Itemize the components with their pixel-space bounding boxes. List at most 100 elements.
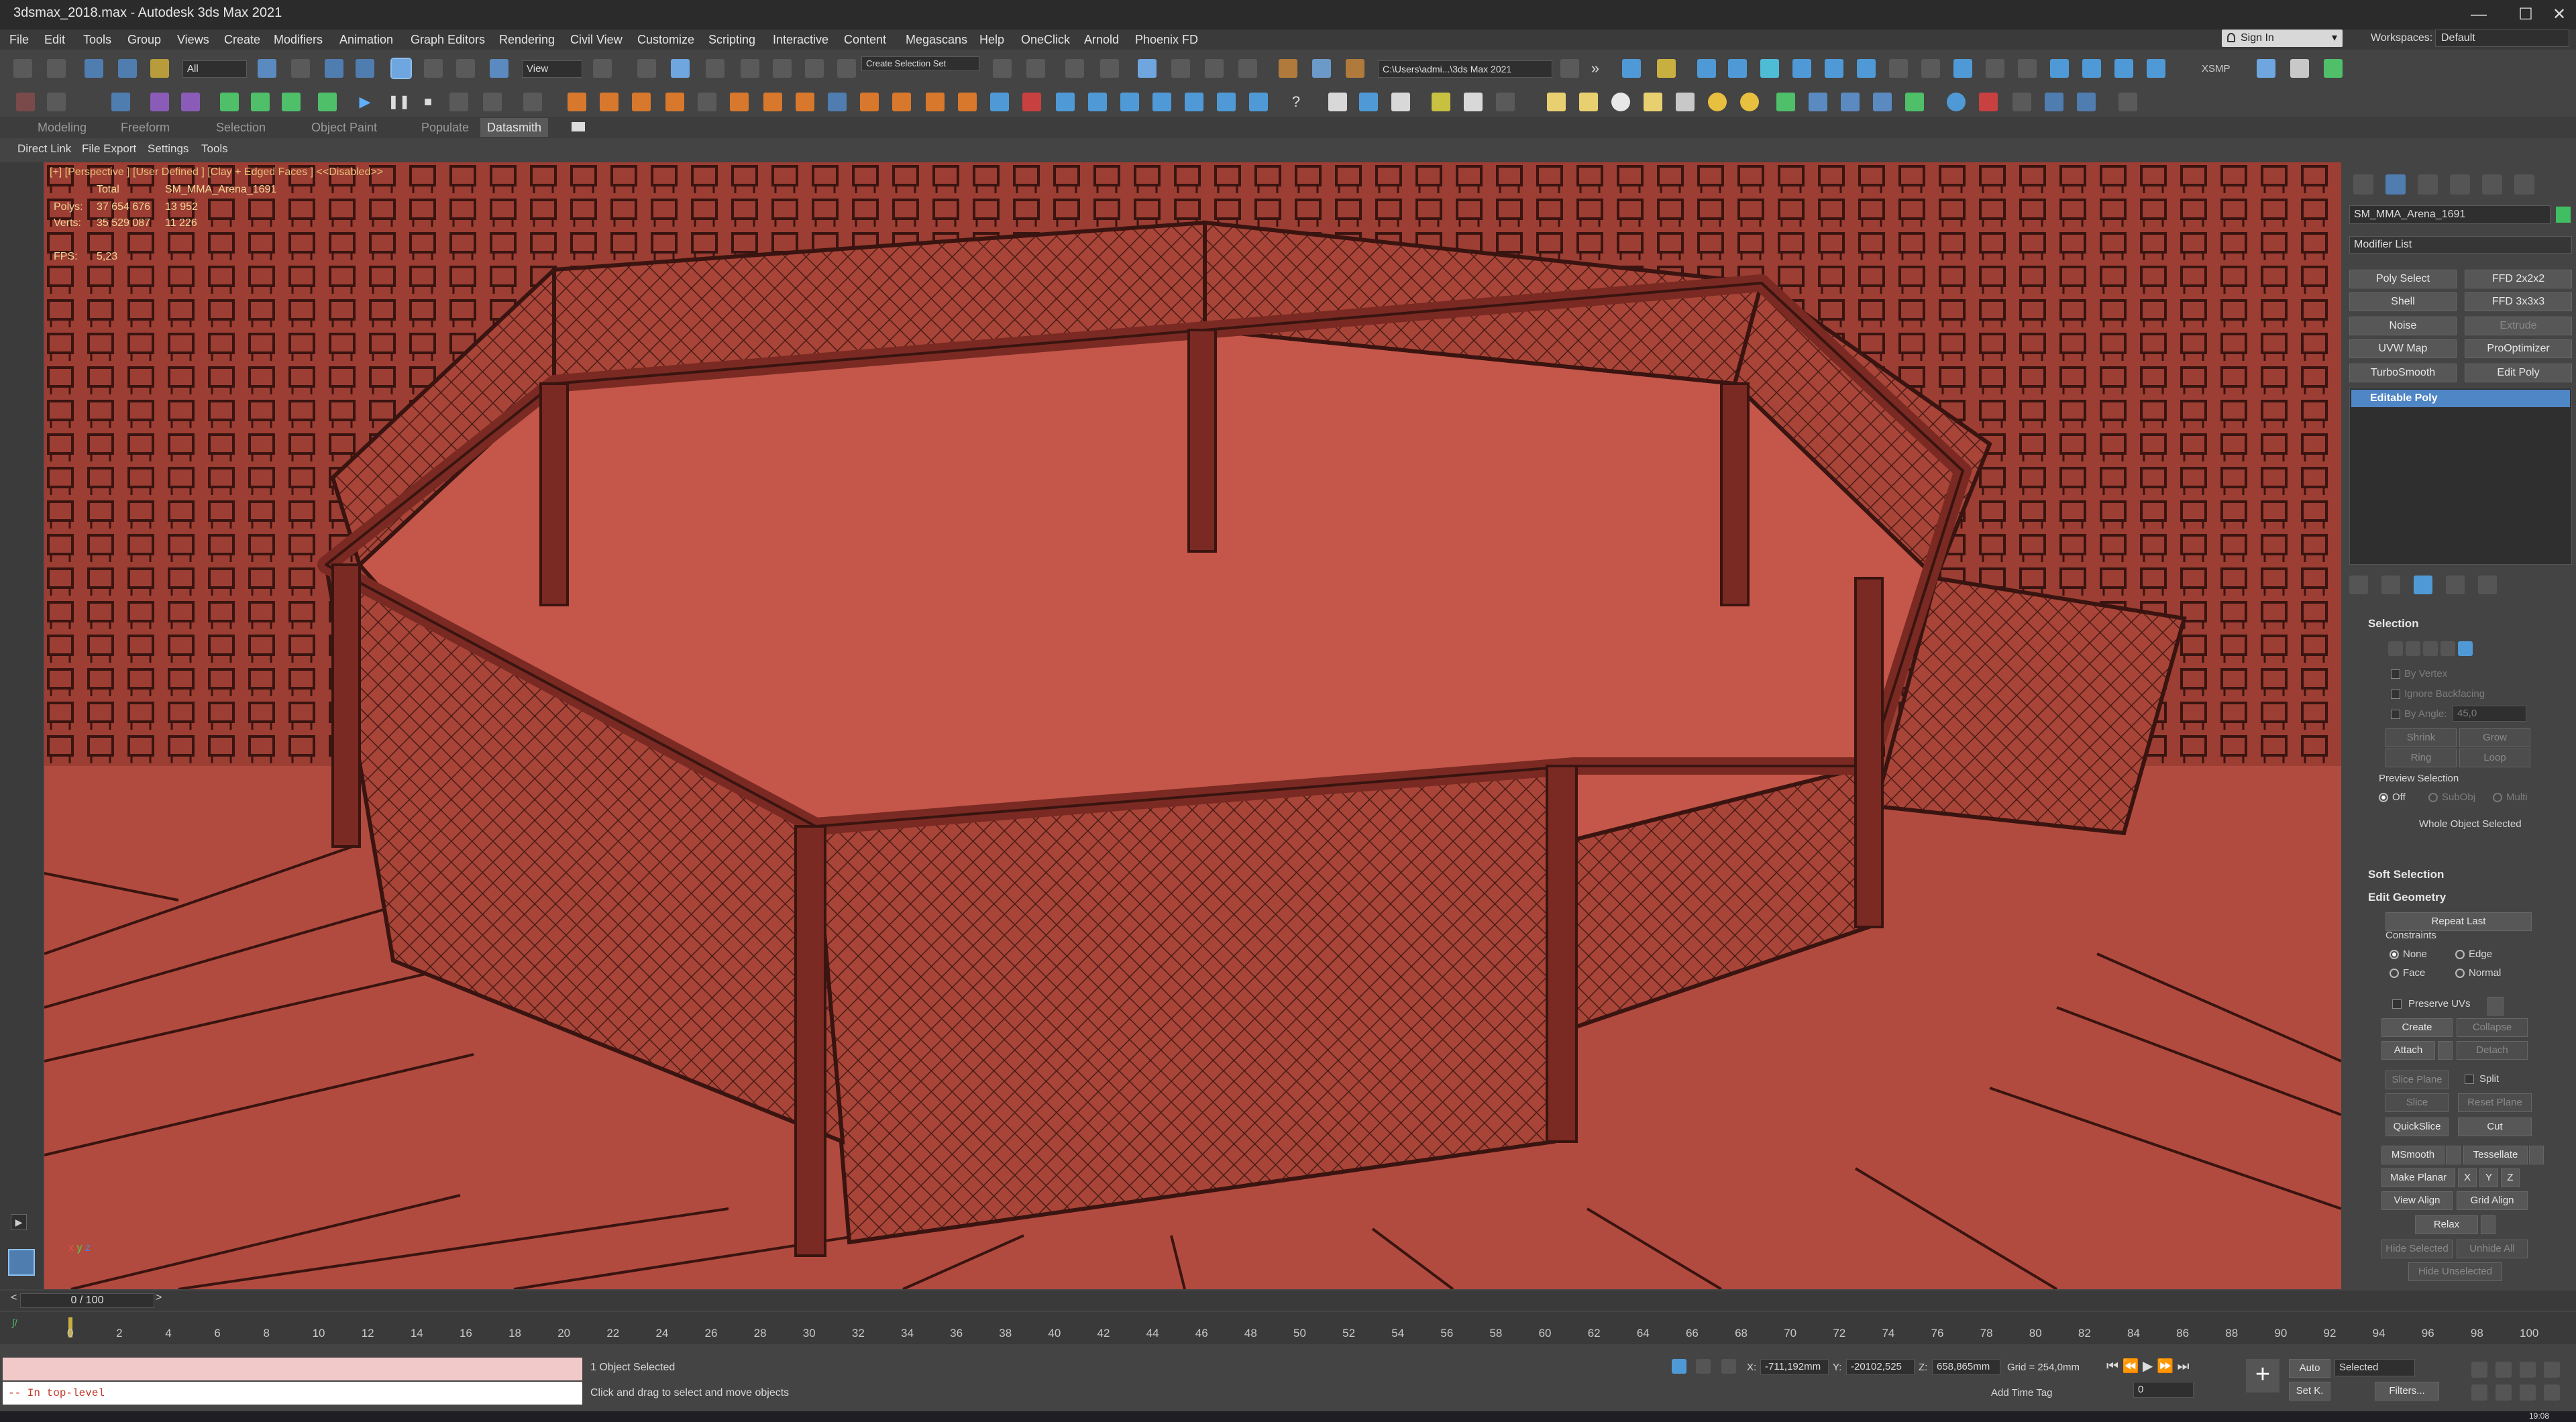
percent-snap-icon[interactable]	[773, 59, 792, 78]
utilities-tab-icon[interactable]	[2514, 174, 2534, 195]
tool-icon-e[interactable]	[181, 93, 200, 111]
fire-icon-1[interactable]	[568, 93, 586, 111]
constraint-normal-radio[interactable]	[2455, 969, 2465, 978]
ribbon-toggle-icon[interactable]	[1138, 59, 1157, 78]
vray-icon-1[interactable]	[1328, 93, 1347, 111]
phoenix-icon-4[interactable]	[1088, 93, 1107, 111]
msmooth-settings-button[interactable]	[2446, 1146, 2461, 1164]
plugin-icon-5[interactable]	[1792, 59, 1811, 78]
tool-icon-o[interactable]	[2012, 93, 2031, 111]
perspective-viewport[interactable]: x y z	[44, 162, 2341, 1289]
constraint-none-radio[interactable]	[2390, 950, 2399, 959]
plant-icon[interactable]	[1905, 93, 1924, 111]
tool-icon-m[interactable]	[698, 93, 716, 111]
planar-x-button[interactable]: X	[2458, 1168, 2477, 1187]
tool-icon-j[interactable]	[449, 93, 468, 111]
tool-icon-r[interactable]	[2118, 93, 2137, 111]
border-icon[interactable]	[2423, 641, 2438, 656]
time-next-button[interactable]: >	[156, 1292, 162, 1304]
xsmp-icon-2[interactable]	[2290, 59, 2309, 78]
tool-icon-f[interactable]	[220, 93, 239, 111]
planar-z-button[interactable]: Z	[2501, 1168, 2520, 1187]
phoenix-icon-9[interactable]	[1249, 93, 1268, 111]
set-key-button[interactable]: Set K.	[2289, 1382, 2330, 1401]
menu-tools[interactable]: Tools	[83, 33, 111, 47]
pause-icon[interactable]: ❚❚	[388, 93, 411, 111]
set-key-icon[interactable]: +	[2246, 1359, 2279, 1392]
snap-icon[interactable]	[706, 59, 724, 78]
shrink-button[interactable]: Shrink	[2385, 728, 2457, 747]
view-align-button[interactable]: View Align	[2381, 1191, 2453, 1210]
select-by-name-icon[interactable]	[291, 59, 310, 78]
configure-sets-icon[interactable]	[2478, 576, 2497, 594]
plugin-icon-3[interactable]	[1697, 59, 1716, 78]
preview-off-radio[interactable]	[2379, 793, 2388, 802]
modifier-edit-poly-button[interactable]: Edit Poly	[2465, 364, 2572, 382]
tab-populate[interactable]: Populate	[421, 121, 469, 135]
vray-sphere-icon[interactable]	[1611, 93, 1630, 111]
slice-button[interactable]: Slice	[2385, 1093, 2449, 1112]
zoom-extents-icon[interactable]	[2520, 1362, 2536, 1378]
fire-icon-3[interactable]	[632, 93, 651, 111]
plugin-icon-6[interactable]	[1825, 59, 1843, 78]
layer-explorer-icon[interactable]	[1100, 59, 1119, 78]
light-icon[interactable]	[1760, 59, 1779, 78]
add-time-tag[interactable]: Add Time Tag	[1991, 1387, 2052, 1399]
project-folder-icon[interactable]	[1560, 59, 1579, 78]
split-checkbox[interactable]	[2465, 1075, 2474, 1084]
motion-tab-icon[interactable]	[2450, 174, 2470, 195]
fire-icon-2[interactable]	[600, 93, 619, 111]
material-editor-icon[interactable]	[1238, 59, 1257, 78]
tool-icon-l[interactable]	[523, 93, 542, 111]
unhide-all-button[interactable]: Unhide All	[2457, 1240, 2528, 1258]
phoenix-icon-6[interactable]	[1152, 93, 1171, 111]
menu-graph-editors[interactable]: Graph Editors	[411, 33, 485, 47]
current-frame-field[interactable]: 0	[2133, 1382, 2194, 1398]
overflow-icon[interactable]: »	[1586, 59, 1605, 78]
spinner-snap-icon[interactable]	[805, 59, 824, 78]
render-setup-icon[interactable]	[1279, 59, 1297, 78]
preserve-uvs-settings-button[interactable]	[2487, 997, 2504, 1016]
named-selection-dropdown[interactable]: Create Selection Set	[861, 56, 979, 71]
curve-editor-mini-icon[interactable]: ∫/	[12, 1317, 17, 1328]
plugin-icon-11[interactable]	[1986, 59, 2004, 78]
menu-rendering[interactable]: Rendering	[499, 33, 555, 47]
vray-icon-9[interactable]	[1676, 93, 1695, 111]
time-slider[interactable]	[0, 1291, 2576, 1311]
menu-customize[interactable]: Customize	[637, 33, 694, 47]
vertex-icon[interactable]	[2388, 641, 2403, 656]
plugin-icon-2[interactable]	[1657, 59, 1676, 78]
vray-icon-3[interactable]	[1391, 93, 1410, 111]
constraint-face-radio[interactable]	[2390, 969, 2399, 978]
tool-icon-k[interactable]	[483, 93, 502, 111]
stop-icon[interactable]: ■	[419, 93, 437, 111]
menu-scripting[interactable]: Scripting	[708, 33, 755, 47]
menu-content[interactable]: Content	[844, 33, 886, 47]
element-icon[interactable]	[2458, 641, 2473, 656]
select-manipulate-icon[interactable]	[637, 59, 656, 78]
menu-interactive[interactable]: Interactive	[773, 33, 828, 47]
plugin-icon-16[interactable]	[2147, 59, 2165, 78]
fire-icon-7[interactable]	[796, 93, 814, 111]
close-button[interactable]: ✕	[2542, 0, 2576, 30]
maximize-button[interactable]: ☐	[2509, 0, 2542, 30]
fire-icon-11[interactable]	[958, 93, 977, 111]
next-frame-icon[interactable]: ⏩	[2157, 1359, 2174, 1374]
make-planar-button[interactable]: Make Planar	[2381, 1168, 2455, 1187]
tab-modeling[interactable]: Modeling	[38, 121, 87, 135]
plugin-icon-13[interactable]	[2050, 59, 2069, 78]
hierarchy-tab-icon[interactable]	[2418, 174, 2438, 195]
y-coordinate[interactable]: -20102,525	[1846, 1359, 1915, 1375]
xsmp-icon-1[interactable]	[2257, 59, 2275, 78]
tool-icon-h[interactable]	[282, 93, 301, 111]
tool-icon-c[interactable]	[111, 93, 130, 111]
scatter-icon[interactable]	[1809, 93, 1827, 111]
maxscript-listener[interactable]: -- In top-level	[3, 1382, 582, 1405]
xsmp-icon-3[interactable]	[2324, 59, 2343, 78]
plugin-icon-15[interactable]	[2114, 59, 2133, 78]
grid-align-button[interactable]: Grid Align	[2457, 1191, 2528, 1210]
subtab-file-export[interactable]: File Export	[82, 142, 136, 156]
ribbon-options-icon[interactable]	[572, 122, 585, 131]
repeat-last-button[interactable]: Repeat Last	[2385, 912, 2532, 931]
collapse-button[interactable]: Collapse	[2457, 1018, 2528, 1037]
